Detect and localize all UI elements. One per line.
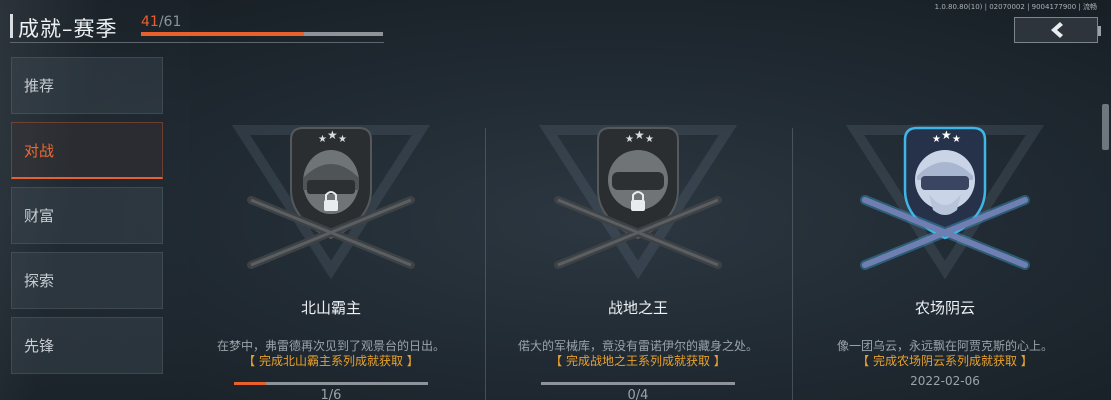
achievement-card[interactable]: ★ ★ ★ 农场阴云 像一团乌云，永远飘在阿贾克斯的心上。 【 完成农场阴云系列… [792, 120, 1098, 400]
achievement-cards: ★ ★ ★ 北山霸主 在梦中，弗雷德再次见到了观景台的日出。 【 完成北山霸主系… [178, 120, 1098, 400]
skull-rifles-emblem-icon: ★ ★ ★ [231, 125, 431, 280]
page-title: 成就–赛季 [18, 17, 118, 41]
helmet-rifles-emblem-icon: ★ ★ ★ [845, 125, 1045, 280]
progress-total: 61 [163, 14, 182, 30]
sidebar-item-label: 先锋 [24, 337, 55, 355]
achievement-emblem-unlocked: ★ ★ ★ [825, 120, 1065, 280]
achievement-flavor-text: 像一团乌云，永远飘在阿贾克斯的心上。 [836, 339, 1053, 353]
svg-text:★: ★ [932, 134, 941, 145]
sidebar-item-explore[interactable]: 探索 [11, 252, 163, 309]
achievement-flavor-text: 在梦中，弗雷德再次见到了观景台的日出。 [216, 339, 445, 353]
achievement-emblem-locked: ★ ★ ★ [518, 120, 758, 280]
achievement-card[interactable]: ★ ★ ★ 战地之王 偌大的军械库，竟没有雷诺伊尔的藏身之处。 【 完成战地之王… [485, 120, 791, 400]
version-info: 1.0.80.80(10) | 02070002 | 9004177900 | … [934, 3, 1097, 11]
scroll-handle[interactable] [1102, 104, 1109, 150]
season-progress-text: 41/61 [141, 14, 181, 30]
sidebar-item-wealth[interactable]: 财富 [11, 187, 163, 244]
sidebar-item-label: 财富 [24, 207, 55, 225]
sidebar-item-label: 对战 [24, 141, 55, 160]
svg-text:★: ★ [645, 134, 654, 145]
achievement-progress-count: 1/6 [320, 388, 342, 400]
achievement-progress-bar [234, 382, 428, 385]
season-progress-bar [141, 32, 383, 36]
achievement-card[interactable]: ★ ★ ★ 北山霸主 在梦中，弗雷德再次见到了观景台的日出。 【 完成北山霸主系… [178, 120, 484, 400]
svg-text:★: ★ [941, 128, 952, 142]
svg-text:★: ★ [318, 134, 327, 145]
achievement-requirement: 【 完成农场阴云系列成就获取 】 [857, 354, 1033, 368]
svg-text:★: ★ [338, 134, 347, 145]
achievement-requirement: 【 完成北山霸主系列成就获取 】 [243, 354, 419, 368]
achievement-requirement: 【 完成战地之王系列成就获取 】 [550, 354, 726, 368]
svg-text:★: ★ [327, 128, 338, 142]
achievement-progress-count: 0/4 [627, 388, 649, 400]
helmet-rifles-emblem-icon: ★ ★ ★ [538, 125, 738, 280]
header-divider [10, 42, 384, 43]
achievement-unlock-date: 2022-02-06 [910, 374, 980, 388]
achievement-flavor-text: 偌大的军械库，竟没有雷诺伊尔的藏身之处。 [517, 339, 758, 353]
achievement-description: 像一团乌云，永远飘在阿贾克斯的心上。 【 完成农场阴云系列成就获取 】 [810, 339, 1080, 369]
svg-text:★: ★ [625, 134, 634, 145]
achievement-name: 北山霸主 [300, 299, 361, 317]
sidebar-item-label: 推荐 [24, 77, 55, 95]
achievement-description: 偌大的军械库，竟没有雷诺伊尔的藏身之处。 【 完成战地之王系列成就获取 】 [503, 339, 773, 369]
back-button[interactable] [1014, 17, 1101, 43]
achievement-name: 农场阴云 [914, 299, 975, 317]
sidebar-item-label: 探索 [24, 272, 55, 290]
title-accent-bar [10, 14, 13, 38]
achievement-name: 战地之王 [607, 299, 668, 317]
season-progress-fill [141, 32, 304, 36]
sidebar-item-recommend[interactable]: 推荐 [11, 57, 163, 114]
progress-current: 41 [141, 14, 159, 30]
achievement-progress-fill [234, 382, 267, 385]
category-sidebar: 推荐 对战 财富 探索 先锋 [11, 57, 163, 382]
achievement-progress-bar [541, 382, 735, 385]
chevron-left-icon [1051, 22, 1063, 38]
svg-text:★: ★ [634, 128, 645, 142]
sidebar-item-vanguard[interactable]: 先锋 [11, 317, 163, 374]
sidebar-item-battle[interactable]: 对战 [11, 122, 163, 179]
achievement-emblem-locked: ★ ★ ★ [211, 120, 451, 280]
svg-text:★: ★ [952, 134, 961, 145]
achievement-description: 在梦中，弗雷德再次见到了观景台的日出。 【 完成北山霸主系列成就获取 】 [196, 339, 466, 369]
